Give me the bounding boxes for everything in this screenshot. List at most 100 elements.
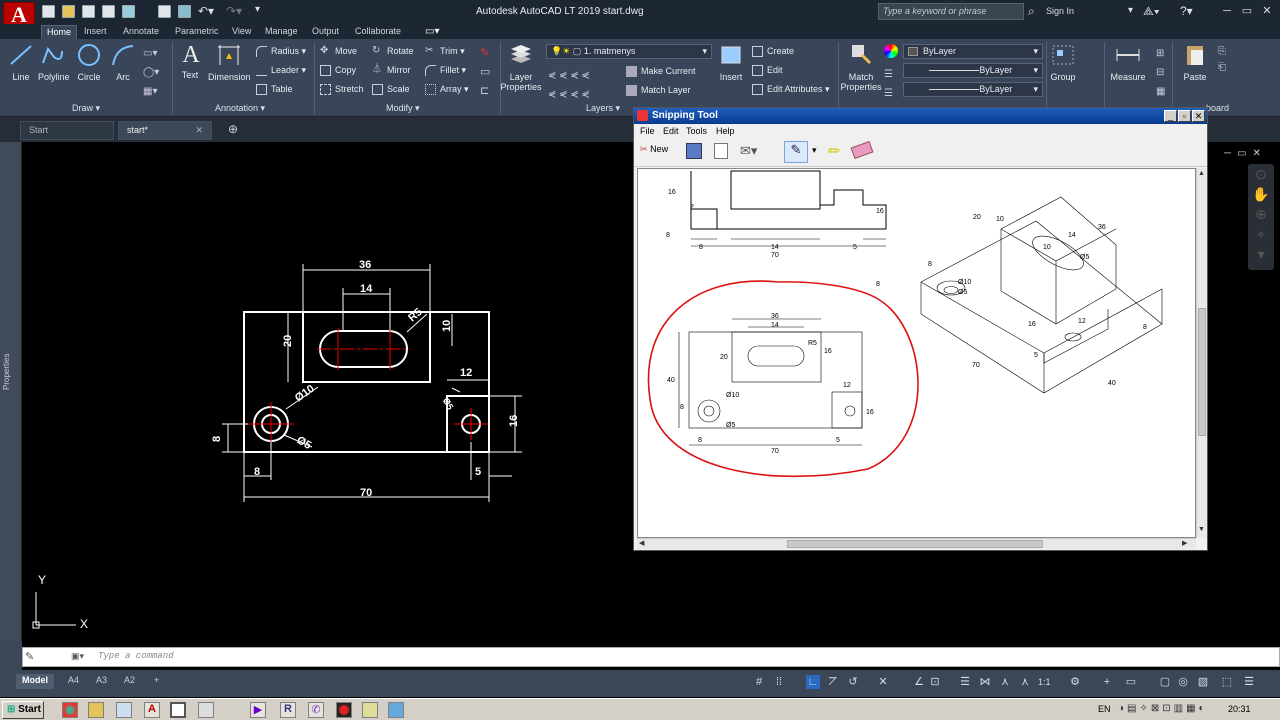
leader-button[interactable]: Leader ▾ — [256, 65, 306, 77]
snip-minimize-button[interactable]: _ — [1164, 110, 1177, 122]
sign-in-button[interactable]: Sign In — [1046, 6, 1074, 16]
save-as-icon[interactable] — [102, 5, 115, 18]
draw-extra-tools[interactable]: ▭▾ ◯▾ ▦▾ — [143, 44, 159, 101]
window-taskbar-icon[interactable] — [388, 702, 404, 718]
snip-menu-file[interactable]: File — [640, 126, 655, 136]
layout-tab-a4[interactable]: A4 — [62, 674, 85, 689]
ribbon-toggle-icon[interactable]: ▭▾ — [425, 26, 439, 37]
notepad-taskbar-icon[interactable] — [116, 702, 132, 718]
polyline-button[interactable]: Polyline — [38, 43, 70, 82]
command-customize-icon[interactable]: ✎ — [25, 650, 34, 663]
autocad-taskbar-icon[interactable]: A — [144, 702, 160, 718]
language-indicator[interactable]: EN — [1098, 704, 1111, 714]
help-icon[interactable]: ?▾ — [1180, 4, 1193, 18]
snipping-taskbar-icon[interactable] — [170, 702, 186, 718]
clipboard-panel-label[interactable]: board — [1206, 103, 1229, 113]
close-tab-icon[interactable]: ✕ — [195, 125, 203, 136]
edit-attributes-button[interactable]: Edit Attributes ▾ — [752, 84, 830, 96]
open-file-icon[interactable] — [62, 5, 75, 18]
snip-hscroll-thumb[interactable] — [787, 540, 1043, 548]
viber-taskbar-icon[interactable]: ✆ — [308, 702, 324, 718]
layer-dropdown[interactable]: 💡☀ ▢ 1. matmenys ▾ — [546, 44, 712, 59]
object-snap-icon[interactable]: ✕ — [876, 675, 890, 689]
app-taskbar-icon[interactable] — [198, 702, 214, 718]
chrome-taskbar-icon[interactable] — [62, 702, 78, 718]
grid-icon[interactable]: # — [752, 675, 766, 689]
match-properties-button[interactable]: Match Properties — [840, 43, 882, 92]
properties-palette-label[interactable]: Properties — [2, 354, 11, 390]
web-mobile-icon[interactable] — [122, 5, 135, 18]
snip-horizontal-scrollbar[interactable]: ◀ ▶ — [637, 538, 1196, 549]
new-tab-button[interactable]: ⊕ — [224, 122, 242, 138]
linetype-dropdown[interactable]: ByLayer ▾ — [903, 63, 1043, 78]
move-button[interactable]: ✥ Move — [320, 46, 357, 57]
color-dropdown[interactable]: ByLayer ▾ — [903, 44, 1043, 59]
snip-menu-edit[interactable]: Edit — [663, 126, 679, 136]
file-tab-start[interactable]: Start — [20, 121, 114, 140]
plot-preview-icon[interactable] — [178, 5, 191, 18]
tab-annotate[interactable]: Annotate — [118, 25, 164, 39]
insert-button[interactable]: Insert — [716, 43, 746, 82]
r-taskbar-icon[interactable]: R — [280, 702, 296, 718]
layout-tab-model[interactable]: Model — [16, 674, 54, 689]
snip-pen-icon[interactable]: ✎ — [784, 141, 808, 163]
angle-icon[interactable]: ∠ — [912, 675, 926, 689]
tab-collaborate[interactable]: Collaborate — [350, 25, 406, 39]
snipping-tool-titlebar[interactable]: Snipping Tool — [634, 108, 1207, 124]
binoculars-icon[interactable]: ⌕ — [1028, 4, 1035, 19]
snip-copy-icon[interactable] — [714, 143, 728, 159]
clean-screen-icon[interactable]: ⬚ — [1220, 675, 1234, 689]
snip-send-icon[interactable]: ✉▾ — [740, 143, 760, 159]
search-input[interactable]: Type a keyword or phrase — [878, 3, 1024, 20]
auto-scale-icon[interactable]: ⋏ — [1018, 675, 1032, 689]
snip-highlighter-icon[interactable]: ✏ — [828, 142, 841, 160]
command-history-icon[interactable]: ▣▾ — [71, 651, 84, 662]
tab-view[interactable]: View — [227, 25, 256, 39]
make-current-button[interactable]: Make Current — [626, 66, 696, 78]
dynamic-ucs-icon[interactable]: ⊡ — [928, 675, 942, 689]
autodesk-app-icon[interactable]: ⟁▾ — [1143, 4, 1160, 19]
clipboard-extra-tools[interactable]: ⎘ ⎗ — [1218, 44, 1226, 76]
dimension-button[interactable]: Dimension — [208, 43, 251, 82]
maximize-window-button[interactable]: ▭ — [1238, 4, 1256, 18]
redo-icon[interactable]: ↷▾ — [226, 4, 242, 18]
layout-tab-a3[interactable]: A3 — [90, 674, 113, 689]
nav-bar-icons[interactable]: ⊙ ✋ ⊕ ⌖ ▾ — [1248, 164, 1274, 264]
array-button[interactable]: Array ▾ — [425, 84, 469, 96]
annotation-visibility-icon[interactable]: ⋏ — [998, 675, 1012, 689]
layer-tools[interactable]: ⋞ ⋞ ⋞ ⋞ ⋞ ⋞ ⋞ ⋞ — [548, 66, 590, 104]
hardware-accel-icon[interactable]: ▧ — [1196, 675, 1210, 689]
snip-new-button[interactable]: ✂ New — [640, 144, 668, 155]
explorer-taskbar-icon[interactable] — [88, 702, 104, 718]
snip-menu-tools[interactable]: Tools — [686, 126, 707, 136]
group-button[interactable]: Group — [1048, 43, 1078, 82]
create-block-button[interactable]: Create — [752, 46, 794, 58]
scroll-down-icon[interactable]: ▼ — [1198, 526, 1205, 533]
tab-home[interactable]: Home — [41, 25, 78, 39]
snap-icon[interactable]: ⁞⁞ — [772, 675, 786, 689]
arc-button[interactable]: Arc — [110, 43, 136, 82]
scroll-up-icon[interactable]: ▲ — [1198, 170, 1205, 177]
scroll-left-icon[interactable]: ◀ — [639, 539, 644, 547]
tab-insert[interactable]: Insert — [79, 25, 112, 39]
snip-close-button[interactable]: ✕ — [1192, 110, 1205, 122]
edit-block-button[interactable]: Edit — [752, 65, 783, 77]
modify-extra-tools[interactable]: ✎ ▭ ⊏ — [480, 44, 490, 101]
match-layer-button[interactable]: Match Layer — [626, 85, 691, 97]
navigation-bar[interactable]: ⊙ ✋ ⊕ ⌖ ▾ — [1248, 164, 1274, 270]
snip-vertical-scrollbar[interactable]: ▲ ▼ — [1196, 168, 1207, 538]
draw-panel-label[interactable]: Draw ▾ — [72, 103, 100, 114]
add-layout-button[interactable]: + — [148, 674, 165, 689]
viewport-window-controls[interactable]: ─▭✕ — [1224, 148, 1267, 159]
measure-button[interactable]: Measure — [1108, 43, 1148, 82]
snip-vscroll-thumb[interactable] — [1198, 308, 1206, 436]
tab-output[interactable]: Output — [307, 25, 344, 39]
rotate-button[interactable]: ↻ Rotate — [372, 46, 414, 57]
undo-icon[interactable]: ↶▾ — [198, 4, 214, 18]
text-button[interactable]: A Text — [178, 43, 202, 80]
file-tab-start-dwg[interactable]: start* ✕ — [118, 121, 212, 140]
stretch-button[interactable]: Stretch — [320, 84, 364, 96]
snip-eraser-icon[interactable] — [850, 140, 874, 160]
recorder-taskbar-icon[interactable] — [336, 702, 352, 718]
annotation-panel-label[interactable]: Annotation ▾ — [215, 103, 265, 114]
